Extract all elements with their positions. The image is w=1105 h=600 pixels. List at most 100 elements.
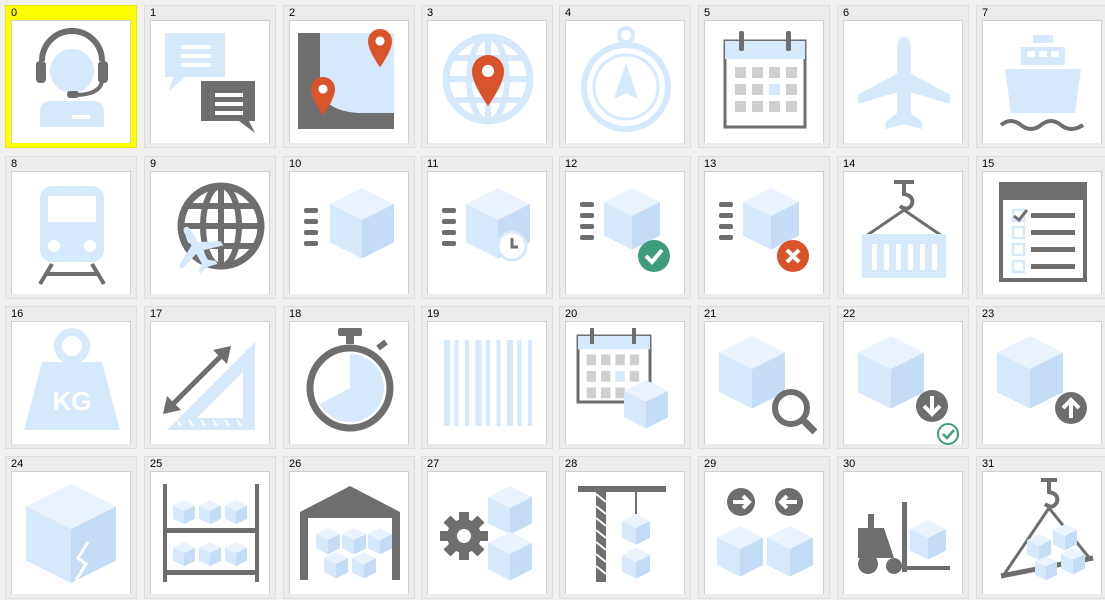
icon-cell-8[interactable]: 8 [5, 156, 137, 299]
icon-cell-26[interactable]: 26 [283, 456, 415, 599]
icon-frame [427, 20, 547, 143]
icon-frame [982, 171, 1102, 294]
icon-cell-23[interactable]: 23 [976, 306, 1105, 449]
icon-frame [11, 471, 131, 594]
measure-ruler-icon [163, 342, 255, 430]
weight-kg-icon: KG [24, 328, 120, 430]
icon-frame [289, 20, 409, 143]
icon-cell-19[interactable]: 19 [421, 306, 553, 449]
barcode-icon [444, 340, 532, 426]
icon-cell-10[interactable]: 10 [283, 156, 415, 299]
icon-frame [565, 20, 685, 143]
icon-cell-30[interactable]: 30 [837, 456, 969, 599]
icon-cell-7[interactable]: 7 [976, 5, 1105, 148]
fast-delivery-box-icon [304, 188, 394, 259]
icon-cell-17[interactable]: 17 [144, 306, 276, 449]
icon-index-label: 24 [11, 458, 24, 470]
icon-cell-9[interactable]: 9 [144, 156, 276, 299]
box-gear-icon [440, 486, 532, 581]
icon-index-label: 20 [565, 308, 578, 320]
icon-index-label: 27 [427, 458, 440, 470]
icon-cell-18[interactable]: 18 [283, 306, 415, 449]
icon-cell-21[interactable]: 21 [698, 306, 830, 449]
icon-index-label: 13 [704, 158, 717, 170]
route-map-icon [298, 29, 394, 129]
icon-frame [427, 171, 547, 294]
box-upload-icon [997, 336, 1087, 424]
icon-cell-25[interactable]: 25 [144, 456, 276, 599]
icon-frame [982, 20, 1102, 143]
icon-frame [565, 171, 685, 294]
icon-cell-0[interactable]: 0 [5, 5, 137, 148]
icon-index-label: 7 [982, 7, 989, 19]
icon-index-label: 14 [843, 158, 856, 170]
icon-frame [704, 171, 824, 294]
icon-frame [565, 321, 685, 444]
icon-cell-28[interactable]: 28 [559, 456, 691, 599]
icon-cell-24[interactable]: 24 [5, 456, 137, 599]
stopwatch-icon [306, 328, 394, 432]
icon-frame [704, 321, 824, 444]
icon-grid: 0 1 2 3 4 5 6 7 8 9 10 11 12 13 14 15 16… [0, 0, 1105, 600]
icon-cell-12[interactable]: 12 [559, 156, 691, 299]
icon-index-label: 22 [843, 308, 856, 320]
warehouse-icon [300, 486, 400, 580]
delivery-box-cancel-icon [719, 188, 809, 272]
icon-index-label: 6 [843, 7, 850, 19]
icon-cell-1[interactable]: 1 [144, 5, 276, 148]
globe-location-icon [442, 33, 534, 125]
icon-index-label: 1 [150, 7, 157, 19]
icon-index-label: 12 [565, 158, 578, 170]
icon-frame [150, 321, 270, 444]
train-icon [38, 186, 106, 286]
icon-frame [11, 20, 131, 143]
icon-index-label: 9 [150, 158, 157, 170]
icon-cell-3[interactable]: 3 [421, 5, 553, 148]
icon-cell-5[interactable]: 5 [698, 5, 830, 148]
icon-frame [150, 171, 270, 294]
customer-service-icon [36, 28, 108, 127]
compass-icon [581, 26, 671, 132]
svg-text:KG: KG [53, 386, 92, 416]
checklist-icon [999, 182, 1087, 282]
icon-frame [427, 471, 547, 594]
icon-frame [150, 471, 270, 594]
globe-airplane-icon [177, 182, 265, 274]
icon-cell-13[interactable]: 13 [698, 156, 830, 299]
icon-index-label: 18 [289, 308, 302, 320]
icon-cell-20[interactable]: 20 [559, 306, 691, 449]
icon-cell-6[interactable]: 6 [837, 5, 969, 148]
icon-index-label: 5 [704, 7, 711, 19]
icon-frame [11, 171, 131, 294]
icon-cell-29[interactable]: 29 [698, 456, 830, 599]
icon-cell-31[interactable]: 31 [976, 456, 1105, 599]
icon-cell-14[interactable]: 14 [837, 156, 969, 299]
icon-index-label: 21 [704, 308, 717, 320]
calendar-box-icon [576, 328, 668, 429]
icon-index-label: 17 [150, 308, 163, 320]
icon-cell-15[interactable]: 15 [976, 156, 1105, 299]
icon-index-label: 2 [289, 7, 296, 19]
icon-cell-16[interactable]: 16 KG [5, 306, 137, 449]
icon-frame: KG [11, 321, 131, 444]
damaged-box-icon [26, 484, 116, 583]
icon-index-label: 10 [289, 158, 302, 170]
warehouse-shelf-icon [163, 484, 259, 582]
icon-cell-22[interactable]: 22 [837, 306, 969, 449]
icon-frame [704, 471, 824, 594]
icon-frame [289, 471, 409, 594]
icon-index-label: 19 [427, 308, 440, 320]
icon-frame [565, 471, 685, 594]
icon-cell-2[interactable]: 2 [283, 5, 415, 148]
hook-boxes-icon [1000, 478, 1094, 581]
icon-frame [982, 321, 1102, 444]
ship-icon [999, 35, 1085, 131]
icon-cell-27[interactable]: 27 [421, 456, 553, 599]
icon-cell-4[interactable]: 4 [559, 5, 691, 148]
box-exchange-icon [717, 488, 813, 577]
icon-frame [843, 321, 963, 445]
icon-cell-11[interactable]: 11 [421, 156, 553, 299]
icon-index-label: 31 [982, 458, 995, 470]
icon-frame [289, 321, 409, 444]
icon-index-label: 23 [982, 308, 995, 320]
